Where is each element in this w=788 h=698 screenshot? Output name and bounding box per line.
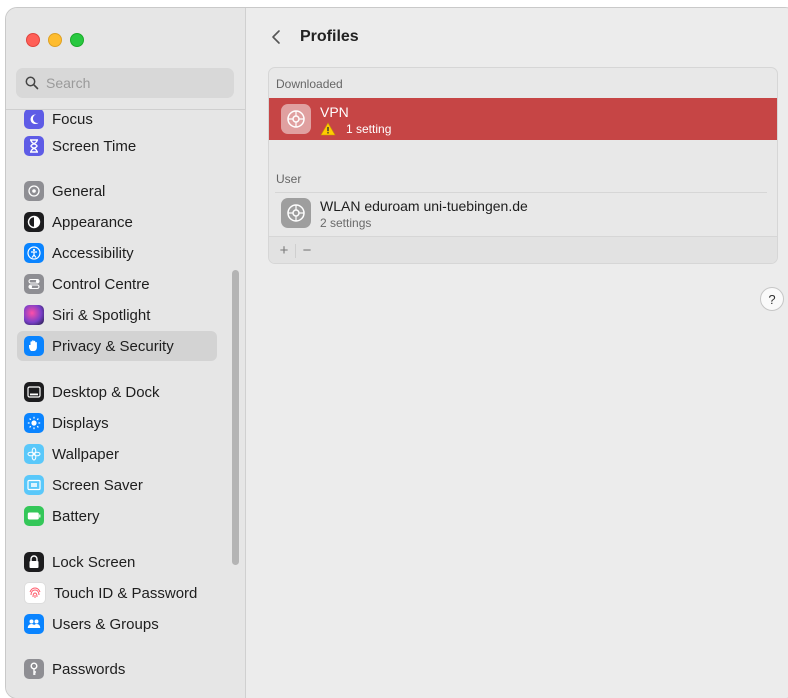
profile-gear-icon bbox=[281, 104, 311, 134]
siri-icon bbox=[24, 305, 44, 325]
sidebar-item-siri-spotlight[interactable]: Siri & Spotlight bbox=[17, 300, 217, 330]
lock-icon bbox=[24, 552, 44, 572]
sidebar-item-control-centre[interactable]: Control Centre bbox=[17, 269, 217, 299]
sidebar-item-label: Appearance bbox=[52, 213, 133, 231]
profile-settings-count: 2 settings bbox=[320, 216, 372, 230]
sidebar-item-label: Users & Groups bbox=[52, 615, 159, 633]
settings-window: Focus Screen Time General Appearance bbox=[6, 8, 788, 698]
profile-row-vpn[interactable]: VPN 1 setting bbox=[269, 98, 777, 140]
sidebar-item-label: Screen Time bbox=[52, 137, 137, 155]
add-profile-button[interactable]: + bbox=[273, 240, 295, 262]
profile-settings-count: 1 setting bbox=[320, 122, 391, 136]
profile-gear-icon bbox=[281, 198, 311, 228]
zoom-button[interactable] bbox=[70, 33, 84, 47]
search-field[interactable] bbox=[16, 68, 234, 98]
profile-sub-label: 1 setting bbox=[346, 122, 392, 136]
appearance-icon bbox=[24, 212, 44, 232]
sidebar-item-displays[interactable]: Displays bbox=[17, 408, 217, 438]
sidebar-item-passwords[interactable]: Passwords bbox=[17, 654, 217, 684]
sidebar-item-desktop-dock[interactable]: Desktop & Dock bbox=[17, 377, 217, 407]
warning-icon bbox=[320, 122, 336, 136]
sidebar-item-screen-time[interactable]: Screen Time bbox=[17, 131, 217, 161]
gear-icon bbox=[24, 181, 44, 201]
help-button[interactable]: ? bbox=[760, 287, 784, 311]
sidebar-item-label: Battery bbox=[52, 507, 100, 525]
sidebar-item-label: Lock Screen bbox=[52, 553, 136, 571]
sidebar-item-screen-saver[interactable]: Screen Saver bbox=[17, 470, 217, 500]
hand-icon bbox=[24, 336, 44, 356]
dock-icon bbox=[24, 382, 44, 402]
sidebar-item-accessibility[interactable]: Accessibility bbox=[17, 238, 217, 268]
fingerprint-icon bbox=[24, 582, 46, 604]
battery-icon bbox=[24, 506, 44, 526]
main-pane: Profiles Downloaded VPN 1 setting User W… bbox=[246, 8, 788, 698]
sidebar-item-general[interactable]: General bbox=[17, 176, 217, 206]
sidebar-item-lock-screen[interactable]: Lock Screen bbox=[17, 547, 217, 577]
section-header-downloaded: Downloaded bbox=[276, 77, 343, 91]
close-button[interactable] bbox=[26, 33, 40, 47]
flower-icon bbox=[24, 444, 44, 464]
sidebar-item-battery[interactable]: Battery bbox=[17, 501, 217, 531]
key-icon bbox=[24, 659, 44, 679]
profile-row-wlan[interactable]: WLAN eduroam uni-tuebingen.de 2 settings bbox=[269, 192, 777, 236]
sidebar-item-touch-id-password[interactable]: Touch ID & Password bbox=[17, 578, 217, 608]
sidebar-item-privacy-security[interactable]: Privacy & Security bbox=[17, 331, 217, 361]
sidebar-item-label: Focus bbox=[52, 110, 93, 128]
remove-profile-button[interactable]: − bbox=[296, 240, 318, 262]
sidebar-item-label: Desktop & Dock bbox=[52, 383, 160, 401]
chevron-left-icon bbox=[272, 30, 280, 44]
sidebar-item-label: Control Centre bbox=[52, 275, 150, 293]
sidebar-item-label: Passwords bbox=[52, 660, 126, 678]
sidebar-item-label: Touch ID & Password bbox=[54, 584, 198, 602]
search-input[interactable] bbox=[44, 74, 228, 92]
sidebar-list: Focus Screen Time General Appearance Acc… bbox=[6, 110, 245, 698]
profiles-toolbar: + − bbox=[269, 236, 777, 263]
accessibility-icon bbox=[24, 243, 44, 263]
sidebar: Focus Screen Time General Appearance bbox=[6, 8, 246, 698]
users-icon bbox=[24, 614, 44, 634]
section-header-user: User bbox=[276, 172, 302, 186]
profile-name: WLAN eduroam uni-tuebingen.de bbox=[320, 198, 528, 214]
window-controls bbox=[26, 33, 84, 47]
sidebar-item-users-groups[interactable]: Users & Groups bbox=[17, 609, 217, 639]
sidebar-scrollbar[interactable] bbox=[232, 270, 239, 565]
hourglass-icon bbox=[24, 136, 44, 156]
control-centre-icon bbox=[24, 274, 44, 294]
sidebar-item-label: Privacy & Security bbox=[52, 337, 174, 355]
profiles-list: Downloaded VPN 1 setting User WLAN eduro… bbox=[268, 67, 778, 264]
sidebar-item-wallpaper[interactable]: Wallpaper bbox=[17, 439, 217, 469]
sidebar-item-label: Displays bbox=[52, 414, 109, 432]
sidebar-item-label: General bbox=[52, 182, 106, 200]
sidebar-item-label: Screen Saver bbox=[52, 476, 143, 494]
screen-saver-icon bbox=[24, 475, 44, 495]
minimize-button[interactable] bbox=[48, 33, 62, 47]
search-icon bbox=[24, 75, 40, 91]
sidebar-item-label: Siri & Spotlight bbox=[52, 306, 151, 324]
sidebar-item-appearance[interactable]: Appearance bbox=[17, 207, 217, 237]
sun-icon bbox=[24, 413, 44, 433]
page-title: Profiles bbox=[300, 28, 359, 45]
moon-icon bbox=[24, 110, 44, 129]
sidebar-item-label: Accessibility bbox=[52, 244, 134, 262]
back-button[interactable] bbox=[266, 26, 286, 48]
sidebar-item-label: Wallpaper bbox=[52, 445, 119, 463]
profile-name: VPN bbox=[320, 104, 349, 120]
